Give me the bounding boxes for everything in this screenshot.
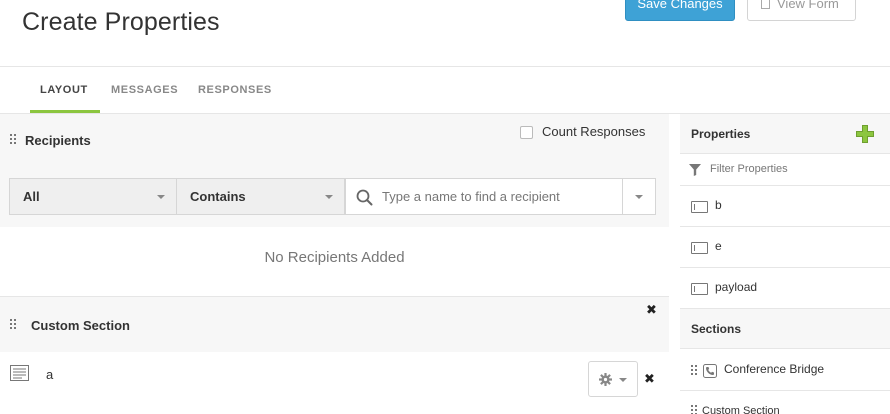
chevron-down-icon bbox=[619, 378, 627, 382]
right-sidebar: Properties b e payload Sections Con bbox=[680, 114, 890, 414]
section-item[interactable]: Conference Bridge bbox=[680, 350, 890, 391]
search-icon bbox=[356, 189, 373, 206]
tab-responses[interactable]: RESPONSES bbox=[198, 84, 272, 96]
match-type-select[interactable]: Contains bbox=[176, 178, 345, 215]
text-field-icon bbox=[691, 283, 708, 295]
recipient-type-value: All bbox=[23, 189, 40, 204]
field-label: a bbox=[46, 367, 54, 382]
match-type-value: Contains bbox=[190, 189, 246, 204]
recipient-filter-row: All Contains bbox=[0, 163, 669, 227]
section-label: Conference Bridge bbox=[724, 362, 825, 376]
tab-bar: LAYOUT MESSAGES RESPONSES bbox=[0, 66, 890, 114]
recipient-search-input[interactable] bbox=[382, 179, 622, 214]
doc-icon bbox=[761, 0, 770, 9]
sections-header: Sections bbox=[680, 309, 890, 349]
properties-header: Properties bbox=[680, 114, 890, 154]
recipients-header: Recipients Count Responses bbox=[0, 114, 669, 163]
count-responses-checkbox[interactable] bbox=[520, 126, 533, 139]
close-icon[interactable]: ✖ bbox=[646, 302, 657, 318]
drag-handle-icon[interactable] bbox=[691, 405, 697, 414]
filter-icon bbox=[689, 164, 701, 176]
property-item[interactable]: e bbox=[680, 227, 890, 268]
chevron-down-icon bbox=[157, 195, 165, 199]
save-changes-button[interactable]: Save Changes bbox=[625, 0, 735, 21]
sections-title: Sections bbox=[691, 322, 742, 336]
property-item[interactable]: b bbox=[680, 186, 890, 227]
chevron-down-icon bbox=[325, 195, 333, 199]
custom-section-title: Custom Section bbox=[31, 318, 130, 333]
text-field-icon bbox=[691, 201, 708, 213]
tab-messages[interactable]: MESSAGES bbox=[111, 84, 178, 96]
chevron-down-icon bbox=[635, 195, 643, 199]
active-tab-indicator bbox=[30, 110, 100, 113]
view-form-label: View Form bbox=[777, 0, 839, 11]
layout-canvas: Recipients Count Responses All Contains … bbox=[0, 114, 669, 414]
property-item[interactable]: payload bbox=[680, 268, 890, 309]
add-icon[interactable] bbox=[856, 125, 874, 143]
property-label: payload bbox=[715, 280, 758, 294]
close-icon[interactable]: ✖ bbox=[644, 371, 655, 387]
recipient-search bbox=[345, 178, 656, 215]
page-title: Create Properties bbox=[22, 8, 220, 36]
filter-properties bbox=[680, 154, 890, 186]
tab-layout[interactable]: LAYOUT bbox=[40, 84, 88, 96]
empty-recipients-message: No Recipients Added bbox=[264, 249, 405, 266]
filter-properties-input[interactable] bbox=[710, 160, 880, 178]
view-form-button[interactable]: View Form bbox=[747, 0, 856, 21]
property-label: e bbox=[715, 239, 722, 253]
properties-title: Properties bbox=[691, 127, 751, 141]
recipients-title: Recipients bbox=[25, 133, 91, 148]
text-area-icon bbox=[10, 365, 29, 381]
drag-handle-icon[interactable] bbox=[10, 319, 16, 331]
text-field-icon bbox=[691, 242, 708, 254]
property-label: b bbox=[715, 198, 722, 212]
section-field-row: a ✖ bbox=[0, 352, 669, 414]
drag-handle-icon[interactable] bbox=[691, 365, 697, 377]
section-item[interactable]: Custom Section bbox=[680, 391, 890, 414]
recipient-type-select[interactable]: All bbox=[9, 178, 177, 215]
field-settings-button[interactable] bbox=[588, 361, 638, 397]
drag-handle-icon[interactable] bbox=[10, 134, 16, 146]
search-dropdown-toggle[interactable] bbox=[622, 179, 655, 214]
phone-icon bbox=[703, 364, 717, 378]
recipients-empty-area: No Recipients Added bbox=[0, 227, 669, 297]
count-responses-label: Count Responses bbox=[542, 124, 646, 139]
section-label: Custom Section bbox=[702, 405, 780, 414]
gear-icon bbox=[599, 373, 612, 386]
custom-section-header: Custom Section ✖ bbox=[0, 296, 669, 353]
